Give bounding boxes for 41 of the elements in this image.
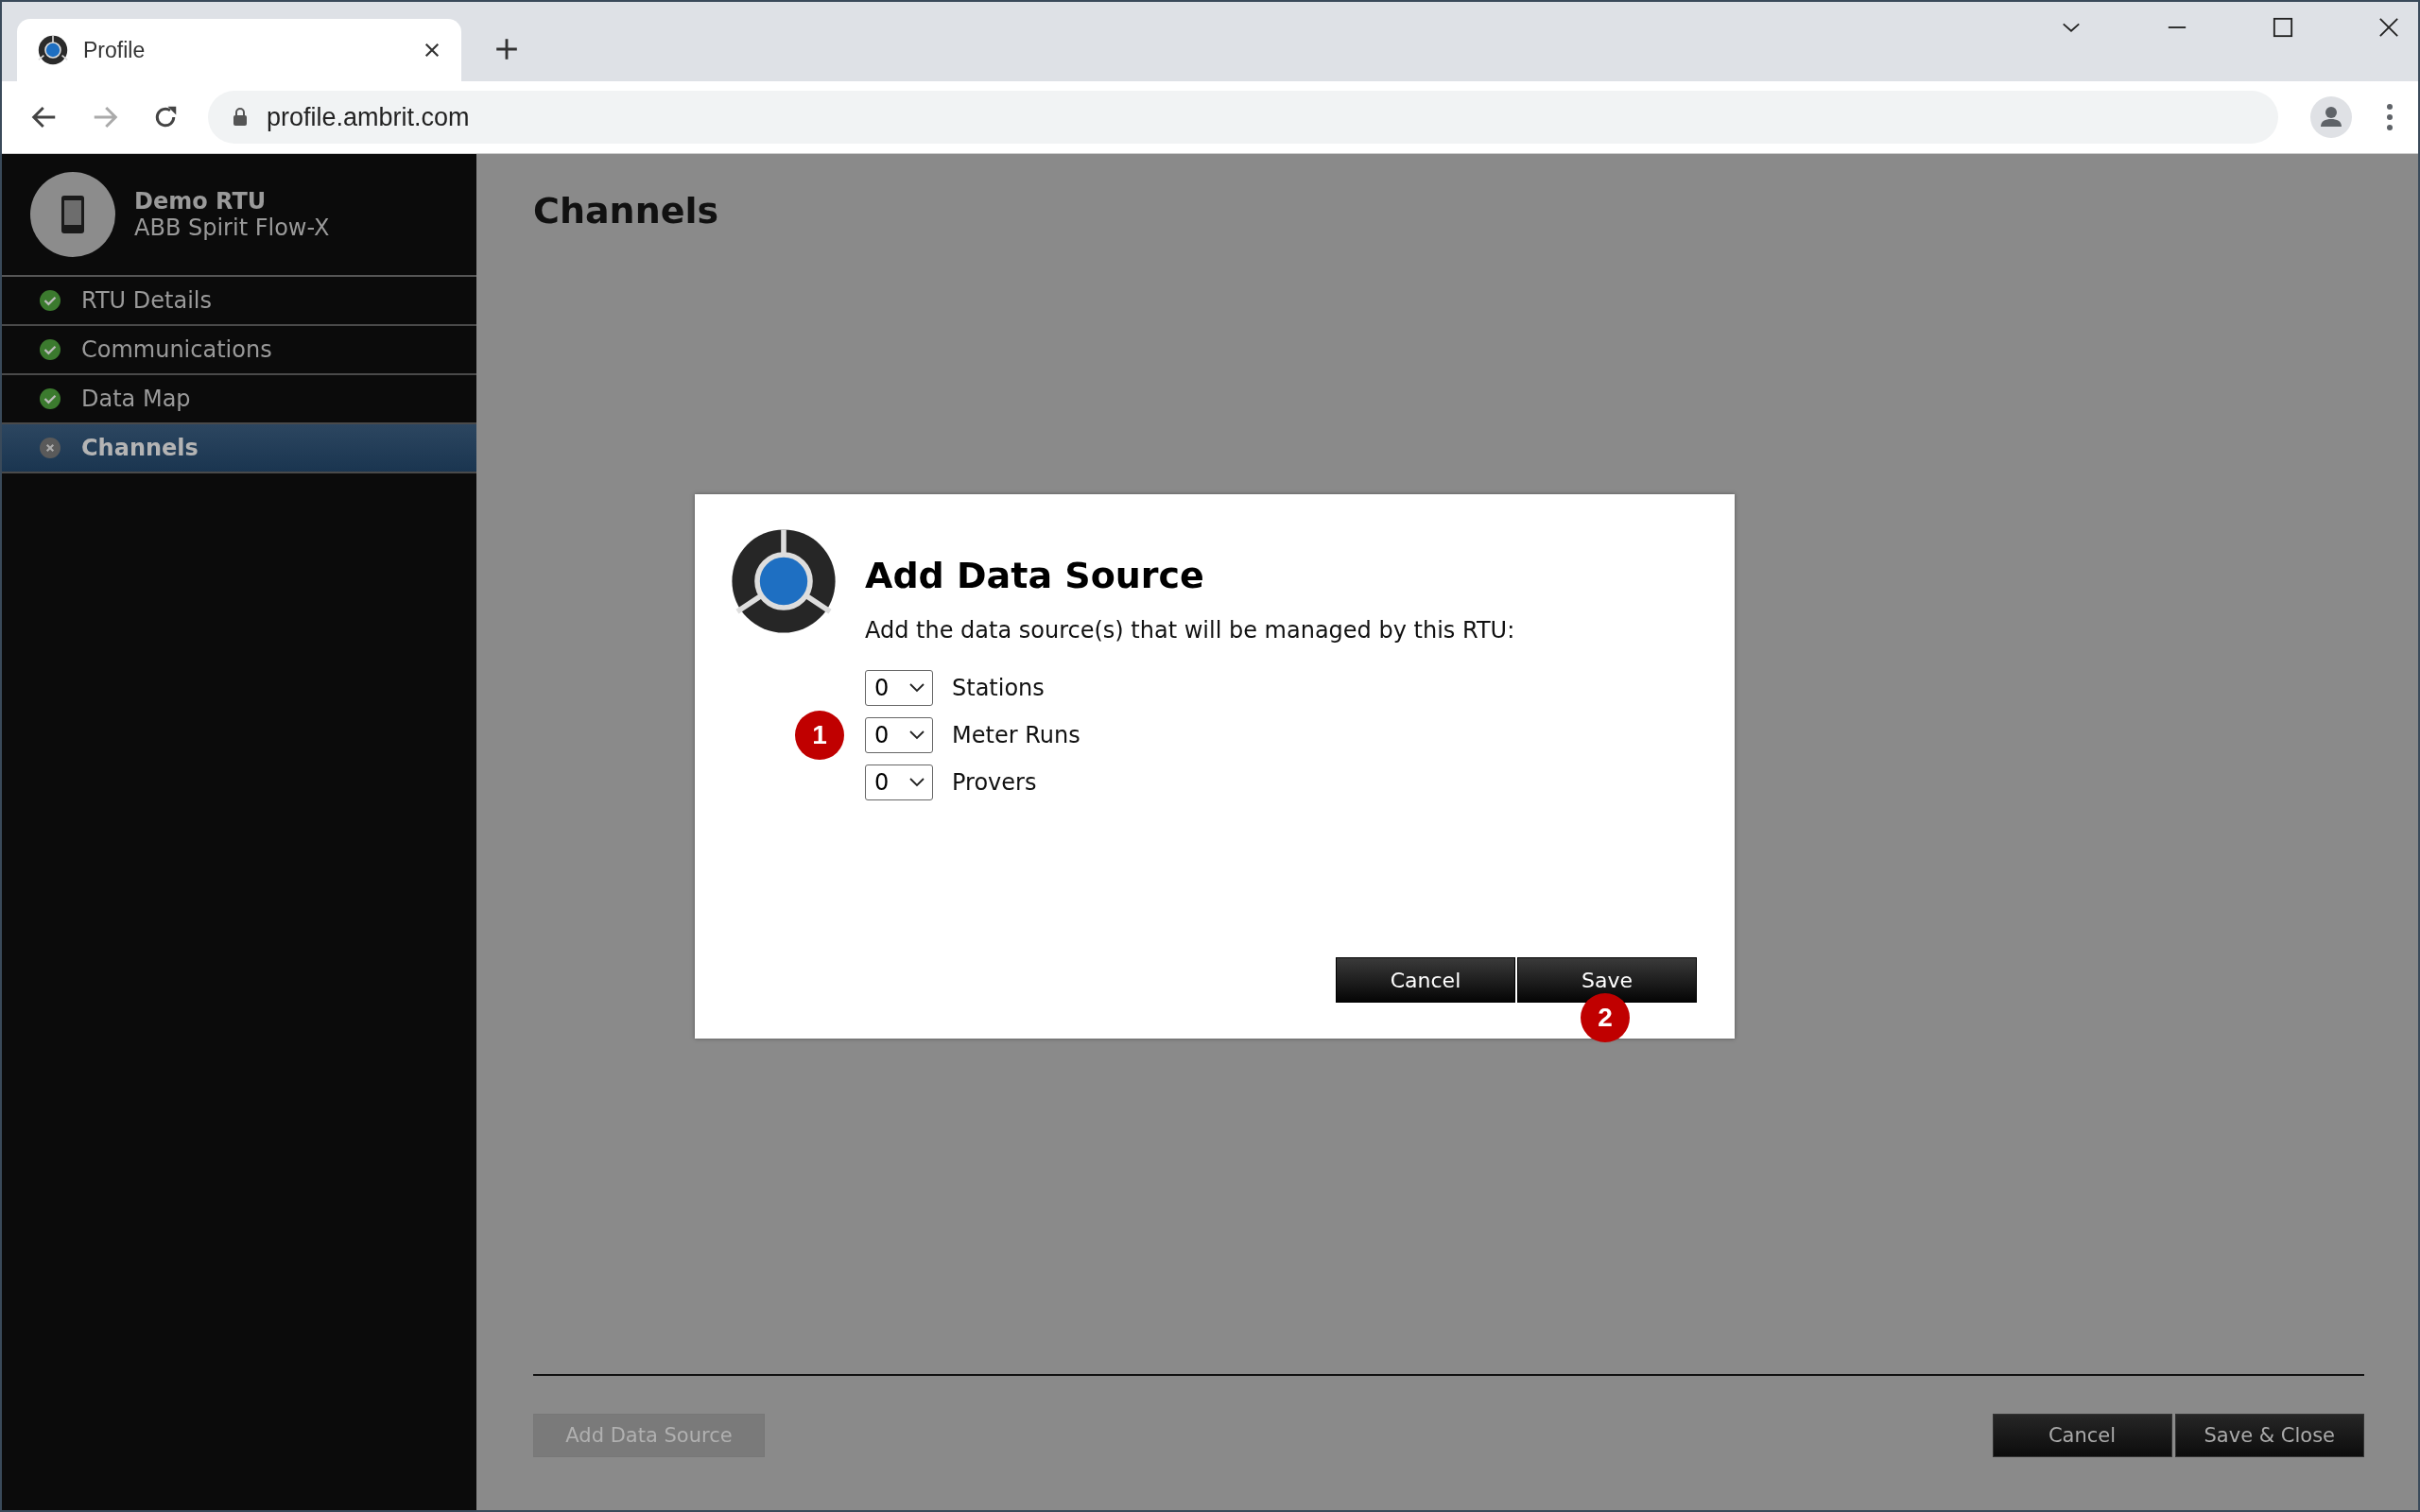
chevron-icon <box>909 778 925 787</box>
new-tab-icon[interactable] <box>495 38 518 60</box>
logo-icon <box>731 528 837 634</box>
chevron-icon <box>909 730 925 740</box>
dialog-button[interactable]: Save <box>1517 957 1697 1003</box>
sidebar-item[interactable]: RTU Details <box>2 277 476 326</box>
url-text: profile.ambrit.com <box>267 102 470 132</box>
page-title: Channels <box>533 190 720 232</box>
step-marker: 2 <box>1581 993 1630 1042</box>
browser-tab[interactable]: Profile <box>17 19 461 81</box>
tab-title: Profile <box>83 37 147 63</box>
device-model: ABB Spirit Flow-X <box>134 215 330 241</box>
sidebar-item-label: Channels <box>81 435 199 461</box>
sidebar-item-label: Communications <box>81 336 272 363</box>
maximize-icon[interactable] <box>2273 17 2293 38</box>
menu-icon[interactable] <box>2386 103 2394 131</box>
profile-icon[interactable] <box>2310 96 2352 138</box>
logo-icon <box>38 35 68 65</box>
footer-button[interactable]: Save & Close <box>2174 1414 2364 1457</box>
device-icon <box>30 172 115 257</box>
sidebar-item-label: Data Map <box>81 386 191 412</box>
dialog-button[interactable]: Cancel <box>1336 957 1515 1003</box>
count-dropdown[interactable]: 0 <box>865 717 933 753</box>
source-label: Meter Runs <box>952 722 1080 748</box>
close-icon[interactable] <box>2378 17 2399 38</box>
sidebar-item-label: RTU Details <box>81 287 212 314</box>
count-dropdown[interactable]: 0 <box>865 670 933 706</box>
source-label: Stations <box>952 675 1045 701</box>
chevron-icon <box>909 683 925 693</box>
address-bar[interactable]: profile.ambrit.com <box>208 91 2278 144</box>
sidebar-item[interactable]: Communications <box>2 326 476 375</box>
step-marker: 1 <box>795 711 844 760</box>
lock-icon <box>233 108 248 127</box>
close-tab-icon[interactable] <box>424 42 441 59</box>
sidebar-item[interactable]: Channels <box>2 424 476 473</box>
count-dropdown[interactable]: 0 <box>865 765 933 800</box>
footer-button[interactable]: Cancel <box>1992 1414 2172 1457</box>
device-name: Demo RTU <box>134 188 268 215</box>
source-label: Provers <box>952 769 1037 796</box>
dialog-prompt: Add the data source(s) that will be managed by this RTU: <box>865 617 1516 644</box>
dialog-title: Add Data Source <box>865 555 1205 596</box>
